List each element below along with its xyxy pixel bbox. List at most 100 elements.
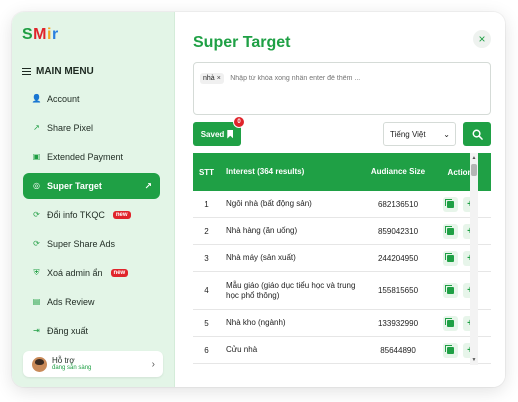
chevron-down-icon: ⌄	[443, 129, 450, 139]
sidebar-item-ng-xu-t[interactable]: ⇥ Đăng xuất	[23, 318, 160, 344]
sidebar-item-ads-review[interactable]: ▤ Ads Review	[23, 289, 160, 315]
keyword-search-box[interactable]: nhà ×	[193, 62, 491, 115]
main-panel: Super Target × nhà × Saved 0 Tiếng Việt …	[175, 12, 505, 387]
table-row: 1 Ngôi nhà (bất động sản) 682136510 +	[193, 191, 491, 218]
chevron-right-icon: ›	[151, 358, 155, 370]
logo-letter: r	[51, 26, 59, 43]
new-badge: new	[110, 269, 129, 277]
table-header: STT Interest (364 results) Audiance Size…	[193, 153, 491, 191]
sidebar-item-extended-payment[interactable]: ▣ Extended Payment	[23, 144, 160, 170]
cell-interest: Mẫu giáo (giáo dục tiểu học và trung học…	[226, 280, 356, 300]
close-button[interactable]: ×	[473, 30, 491, 48]
sidebar-item-label: Account	[47, 94, 80, 104]
page-title: Super Target	[193, 34, 291, 51]
cell-stt: 4	[204, 286, 209, 295]
sidebar-item-xo-admin-n[interactable]: ⛨ Xoá admin ẩn new	[23, 260, 160, 286]
header-stt: STT	[198, 167, 215, 177]
cell-audience: 859042310	[377, 226, 419, 236]
sidebar-item-super-share-ads[interactable]: ⟳ Super Share Ads	[23, 231, 160, 257]
support-title: Hỗ trợ	[52, 355, 75, 365]
remove-tag-icon[interactable]: ×	[217, 75, 221, 82]
close-icon: ×	[478, 32, 486, 46]
main-menu: 👤 Account ↗ Share Pixel ▣ Extended Payment ◎ Su…	[23, 86, 160, 347]
header-interest: Interest (364 results)	[226, 167, 305, 176]
saved-label: Saved	[200, 129, 225, 139]
cell-action: +	[429, 315, 491, 331]
keyword-tag: nhà ×	[200, 73, 224, 84]
copy-button[interactable]	[442, 223, 458, 239]
copy-icon	[444, 285, 454, 294]
target-icon: ◎	[33, 181, 40, 190]
header-action: Action	[447, 167, 473, 177]
sidebar-item-label: Đổi info TKQC	[47, 210, 105, 220]
support-button[interactable]: Hỗ trợ đang sẵn sàng ›	[23, 351, 163, 377]
cell-stt: 6	[204, 345, 209, 355]
sidebar-item-share-pixel[interactable]: ↗ Share Pixel	[23, 115, 160, 141]
shield-icon: ⛨	[33, 268, 40, 277]
copy-button[interactable]	[442, 283, 458, 298]
interest-table: STT Interest (364 results) Audiance Size…	[193, 153, 491, 364]
cell-stt: 2	[204, 226, 209, 236]
table-row: 2 Nhà hàng (ăn uống) 859042310 +	[193, 218, 491, 245]
cell-action: +	[429, 342, 491, 358]
cell-audience: 155815650	[377, 286, 419, 295]
app-window: SMir MAIN MENU 👤 Account ↗ Share Pixel ▣ Exte…	[12, 12, 505, 387]
keyword-tag-label: nhà	[203, 75, 215, 82]
sidebar-item-label: Đăng xuất	[47, 326, 89, 336]
keyword-input[interactable]	[230, 75, 451, 82]
cell-interest: Nhà máy (sản xuất)	[226, 253, 296, 262]
cell-interest: Nhà kho (ngành)	[226, 318, 286, 327]
sidebar-item-account[interactable]: 👤 Account	[23, 86, 160, 112]
scrollbar-thumb[interactable]	[471, 164, 477, 176]
cell-stt: 3	[204, 253, 209, 263]
payment-icon: ▣	[32, 152, 41, 161]
table-scrollbar[interactable]	[470, 153, 478, 365]
table-body: 1 Ngôi nhà (bất động sản) 682136510 + 2 Nhà h…	[193, 191, 491, 364]
user-icon: 👤	[31, 94, 42, 103]
cell-action: +	[429, 250, 491, 266]
copy-button[interactable]	[442, 250, 458, 266]
scroll-down-icon[interactable]: ▼	[470, 356, 478, 364]
copy-icon	[444, 317, 454, 327]
sidebar-item-label: Super Target	[47, 181, 102, 191]
cell-interest: Ngôi nhà (bất động sản)	[226, 199, 312, 208]
copy-button[interactable]	[442, 196, 458, 212]
copy-button[interactable]	[442, 342, 458, 358]
table-row: 4 Mẫu giáo (giáo dục tiểu học và trung họ…	[193, 272, 491, 310]
header-audience: Audiance Size	[370, 167, 426, 176]
sidebar-item-i-info-tkqc[interactable]: ⟳ Đổi info TKQC new	[23, 202, 160, 228]
table-row: 6 Cửu nhà 85644890 +	[193, 337, 491, 364]
sidebar-item-label: Super Share Ads	[47, 239, 116, 249]
review-icon: ▤	[32, 297, 41, 306]
cell-audience: 85644890	[380, 345, 416, 355]
logout-icon: ⇥	[33, 326, 40, 335]
scroll-up-icon[interactable]: ▲	[470, 154, 478, 162]
sidebar: SMir MAIN MENU 👤 Account ↗ Share Pixel ▣ Exte…	[12, 12, 175, 387]
menu-icon	[22, 68, 31, 75]
copy-icon	[444, 225, 454, 235]
search-icon	[472, 129, 483, 140]
cell-interest: Nhà hàng (ăn uống)	[226, 226, 298, 235]
language-value: Tiếng Việt	[390, 129, 426, 139]
cell-action: +	[429, 283, 491, 298]
search-button[interactable]	[463, 122, 491, 146]
saved-count-badge: 0	[233, 116, 245, 128]
sidebar-item-label: Share Pixel	[47, 123, 94, 133]
cell-audience: 244204950	[377, 253, 419, 263]
refresh-icon: ⟳	[33, 210, 40, 219]
cell-audience: 133932990	[377, 318, 419, 328]
app-logo[interactable]: SMir	[22, 25, 59, 45]
bookmark-icon	[227, 129, 234, 139]
support-status: đang sẵn sàng	[52, 365, 92, 372]
table-row: 3 Nhà máy (sản xuất) 244204950 +	[193, 245, 491, 272]
share-icon: ↗	[33, 123, 40, 132]
language-select[interactable]: Tiếng Việt ⌄	[383, 122, 456, 146]
copy-button[interactable]	[442, 315, 458, 331]
support-text: Hỗ trợ đang sẵn sàng	[52, 355, 92, 372]
copy-icon	[444, 252, 454, 262]
refresh-icon: ⟳	[33, 239, 40, 248]
logo-letter: S	[22, 26, 34, 43]
sidebar-item-super-target[interactable]: ◎ Super Target ↗	[23, 173, 160, 199]
main-menu-label: MAIN MENU	[36, 66, 94, 77]
cell-stt: 5	[204, 318, 209, 328]
